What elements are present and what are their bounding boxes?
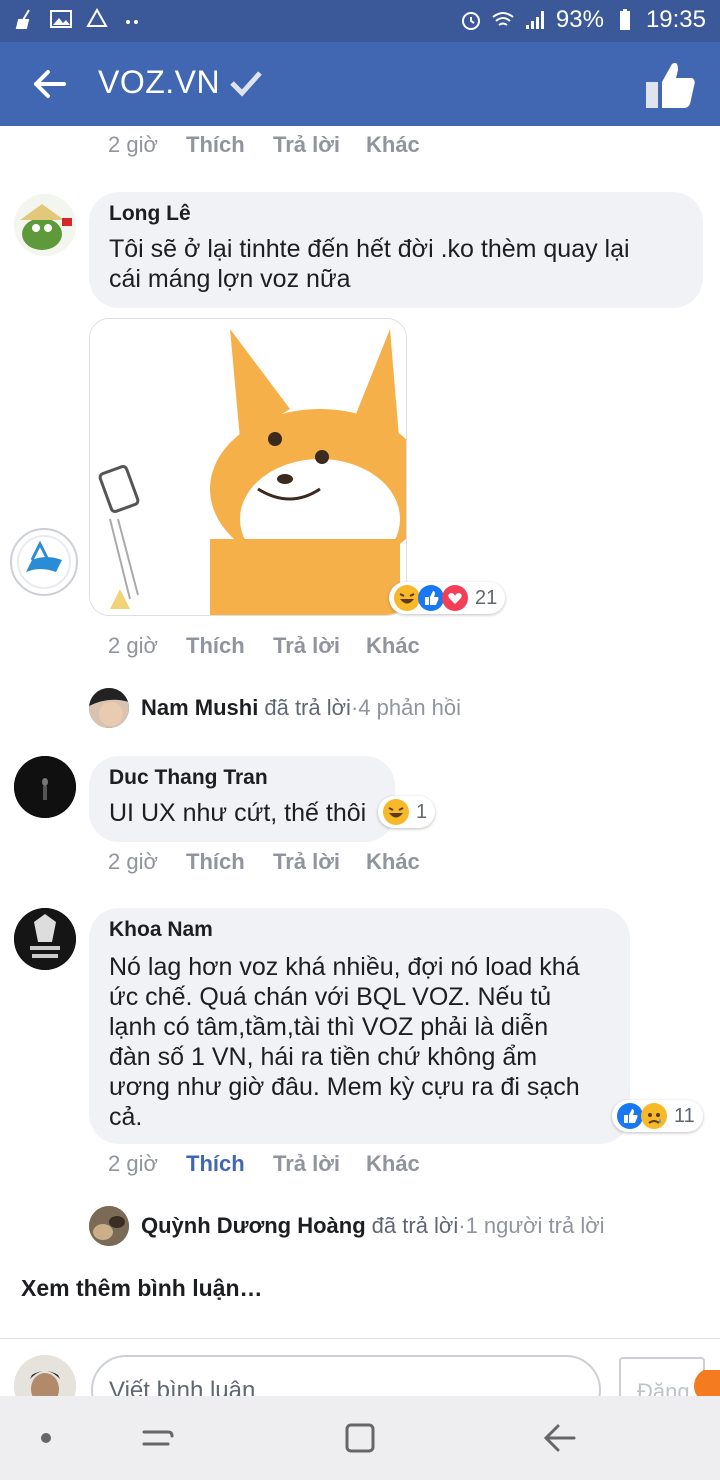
comment-time: 2 giờ — [108, 633, 158, 658]
status-icons-left — [14, 8, 144, 30]
reply-count: 4 phản hồi — [358, 695, 462, 720]
avatar — [89, 688, 129, 728]
like-link[interactable]: Thích — [186, 633, 273, 659]
reply-link[interactable]: Trả lời — [273, 849, 366, 875]
comment-actions: 2 giờ Thích Trả lời Khác — [108, 849, 420, 875]
reaction-summary[interactable]: 21 — [389, 582, 506, 614]
avatar — [89, 1206, 129, 1246]
reaction-summary[interactable]: 1 — [378, 796, 436, 828]
comment-bubble: Duc Thang Tran UI UX như cứt, thế thôi — [89, 756, 395, 842]
comment-bubble: Long Lê Tôi sẽ ở lại tinhte đến hết đời … — [89, 192, 703, 308]
broom-icon — [15, 9, 30, 29]
battery-icon — [619, 9, 630, 30]
fox-sticker-image — [90, 319, 406, 615]
person-avatar-icon — [89, 688, 129, 728]
like-link[interactable]: Thích — [186, 849, 273, 875]
avatar[interactable] — [14, 756, 76, 818]
battery-level: 93% — [555, 6, 604, 33]
reply-separator: · — [458, 1213, 466, 1238]
back-icon[interactable] — [540, 1418, 580, 1458]
comment-line: UI UX như cứt, thế thôi — [109, 799, 367, 827]
system-nav-bar — [0, 1396, 720, 1480]
reply-link[interactable]: Trả lời — [273, 1151, 366, 1177]
comment-line: cái máng lợn voz nữa — [109, 265, 351, 293]
haha-icon — [383, 799, 409, 825]
reply-link[interactable]: Trả lời — [273, 633, 366, 659]
comment-actions: 2 giờ Thích Trả lời Khác — [108, 633, 420, 659]
avatar[interactable] — [14, 194, 76, 256]
more-notifications-icon — [126, 20, 138, 24]
reply-count: 1 người trả lời — [465, 1213, 605, 1238]
status-icons-right: 93% 19:35 — [460, 6, 706, 34]
reaction-count: 21 — [475, 586, 498, 609]
comment-time: 2 giờ — [108, 849, 158, 874]
like-page-icon[interactable] — [642, 56, 700, 114]
more-link[interactable]: Khác — [366, 633, 420, 659]
back-arrow-icon[interactable] — [24, 62, 74, 106]
photo-avatar-icon — [89, 1206, 129, 1246]
more-link[interactable]: Khác — [366, 132, 420, 158]
reply-author: Nam Mushi — [141, 695, 259, 720]
more-link[interactable]: Khác — [366, 849, 420, 875]
comment-time: 2 giờ — [108, 1151, 158, 1176]
reply-verb: đã trả lời — [264, 695, 351, 720]
comment-line: lạnh có tâm,tầm,tài thì VOZ phải là diễn — [109, 1013, 549, 1041]
clock: 19:35 — [645, 6, 706, 33]
reply-author: Quỳnh Dương Hoàng — [141, 1213, 366, 1238]
super-saiyan-avatar-icon — [14, 908, 76, 970]
comment-line: cả. — [109, 1103, 143, 1131]
dot-icon[interactable] — [26, 1418, 66, 1458]
comment-actions: 2 giờ Thích Trả lời Khác — [108, 1151, 420, 1177]
home-icon[interactable] — [340, 1418, 380, 1458]
comment-author[interactable]: Long Lê — [109, 202, 191, 226]
comment-line: ức chế. Quá chán với BQL VOZ. Nếu tủ — [109, 983, 552, 1011]
see-more-comments-link[interactable]: Xem thêm bình luận… — [21, 1275, 263, 1302]
comment-author[interactable]: Duc Thang Tran — [109, 766, 268, 790]
like-link[interactable]: Thích — [186, 1151, 273, 1177]
page-title-text: VOZ.VN — [98, 64, 221, 100]
wifi-icon — [492, 12, 514, 26]
comment-time: 2 giờ — [108, 132, 158, 157]
reply-verb: đã trả lời — [371, 1213, 459, 1238]
comment-text: Nó lag hơn voz khá nhiều, đợi nó load kh… — [109, 952, 580, 1132]
book-logo-icon — [17, 535, 71, 589]
more-link[interactable]: Khác — [366, 1151, 420, 1177]
replies-summary[interactable]: Quỳnh Dương Hoàng đã trả lời · 1 người t… — [89, 1206, 605, 1246]
reaction-summary[interactable]: 11 — [612, 1100, 703, 1132]
reply-link[interactable]: Trả lời — [273, 132, 366, 158]
alarm-icon — [461, 12, 480, 30]
comment-author[interactable]: Khoa Nam — [109, 918, 213, 942]
avatar[interactable] — [10, 528, 78, 596]
reaction-count: 1 — [416, 800, 428, 823]
comment-line: ương như giờ đâu. Mem kỳ cựu ra đi sạch — [109, 1073, 580, 1101]
gallery-icon — [50, 10, 72, 28]
verified-check-icon — [230, 70, 262, 97]
comment-image[interactable] — [89, 318, 407, 616]
comment-actions: 2 giờ Thích Trả lời Khác — [108, 132, 420, 158]
pepe-avatar-icon — [14, 194, 76, 256]
comment-line: Tôi sẽ ở lại tinhte đến hết đời .ko thèm… — [109, 235, 630, 263]
status-bar: 93% 19:35 — [0, 0, 720, 42]
like-link[interactable]: Thích — [186, 132, 273, 158]
recent-apps-icon[interactable] — [138, 1418, 178, 1458]
comment-line: Nó lag hơn voz khá nhiều, đợi nó load kh… — [109, 953, 580, 981]
reaction-count: 11 — [674, 1104, 695, 1127]
page-title: VOZ.VN — [98, 64, 264, 101]
comment-text: UI UX như cứt, thế thôi — [109, 798, 366, 828]
avatar[interactable] — [14, 908, 76, 970]
sad-icon — [641, 1103, 667, 1129]
app-icon — [86, 8, 108, 27]
divider — [0, 1338, 720, 1339]
replies-summary[interactable]: Nam Mushi đã trả lời · 4 phản hồi — [89, 688, 461, 728]
comment-text: Tôi sẽ ở lại tinhte đến hết đời .ko thèm… — [109, 234, 630, 294]
reply-separator: · — [350, 695, 359, 720]
dark-figure-avatar-icon — [14, 756, 76, 818]
comment-bubble: Khoa Nam Nó lag hơn voz khá nhiều, đợi n… — [89, 908, 630, 1144]
signal-icon — [525, 11, 544, 29]
comment-line: đàn số 1 VN, hái ra tiền chứ không ẩm — [109, 1043, 538, 1071]
love-icon — [442, 585, 468, 611]
app-bar: VOZ.VN — [0, 42, 720, 126]
